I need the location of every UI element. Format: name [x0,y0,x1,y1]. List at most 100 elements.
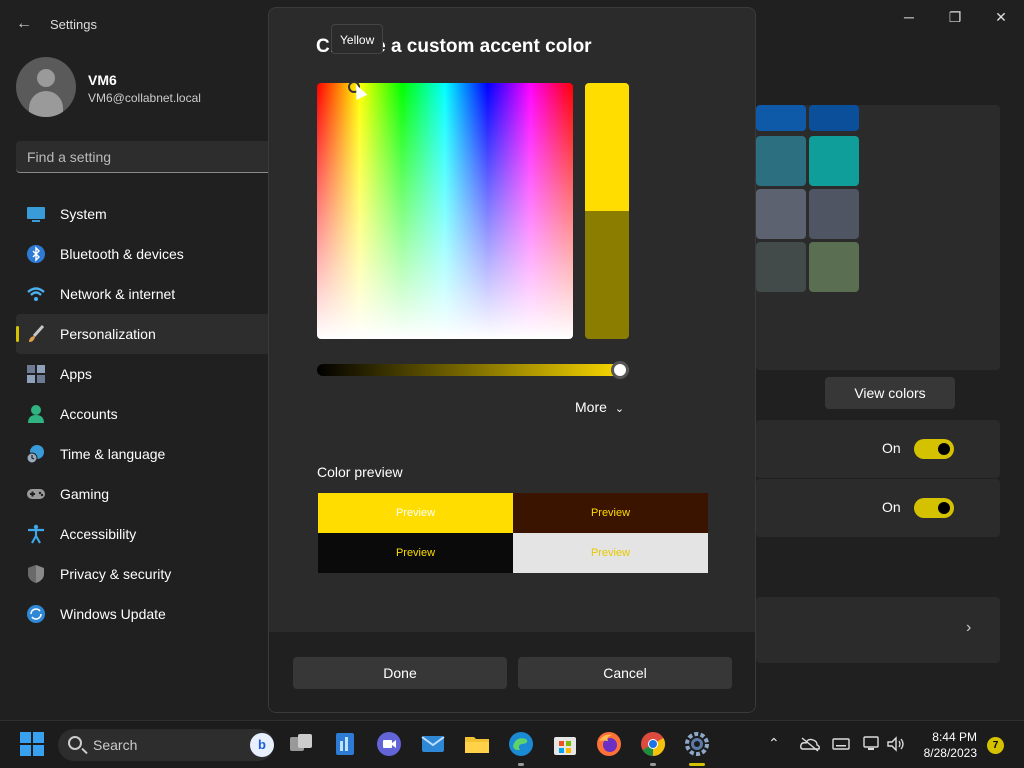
taskbar-search-label: Search [93,737,138,753]
bing-icon[interactable]: b [250,733,274,757]
color-swatch[interactable] [756,189,806,239]
accessibility-icon [26,524,46,544]
toggle-switch[interactable] [914,498,954,518]
onedrive-icon[interactable] [800,736,820,755]
color-name-tooltip: Yellow [331,24,384,54]
color-swatch[interactable] [809,105,859,131]
color-swatch[interactable] [756,242,806,292]
brightness-slider[interactable] [317,364,629,376]
mail-icon[interactable] [420,731,446,757]
minimize-button[interactable]: ─ [886,6,932,28]
back-arrow-icon[interactable]: ← [14,14,34,34]
avatar-head-icon [37,69,55,87]
sidebar-item-label: Personalization [60,326,156,342]
sidebar-item-system[interactable]: System [16,194,276,234]
sidebar-item-label: System [60,206,107,222]
sidebar-item-label: Time & language [60,446,166,462]
file-explorer-icon[interactable] [464,731,490,757]
sidebar-item-personalization[interactable]: Personalization [16,314,276,354]
running-indicator [650,763,656,766]
preview-tile: Preview [318,533,513,573]
maximize-button[interactable]: ❐ [932,6,978,28]
sidebar-item-network[interactable]: Network & internet [16,274,276,314]
toggle-switch[interactable] [914,439,954,459]
shield-icon [26,564,46,584]
bluetooth-icon [26,244,46,264]
more-label: More [575,399,607,415]
preview-tile: Preview [513,533,708,573]
sidebar-item-time-language[interactable]: Time & language [16,434,276,474]
sidebar-item-label: Accounts [60,406,118,422]
sidebar-item-accessibility[interactable]: Accessibility [16,514,276,554]
firefox-icon[interactable] [596,731,622,757]
preview-tile: Preview [318,493,513,533]
chevron-right-icon: › [966,619,972,636]
more-button[interactable]: More ⌄ [575,399,624,415]
avatar[interactable] [16,57,76,117]
taskbar: Search b ⌃ 8:44 PM 8/28/2023 7 [0,720,1024,768]
brightness-slider-thumb[interactable] [611,361,629,379]
task-view-icon[interactable] [288,731,314,757]
taskbar-search[interactable]: Search b [58,729,274,761]
color-swatch[interactable] [809,189,859,239]
chrome-icon[interactable] [640,731,666,757]
sidebar-item-label: Accessibility [60,526,137,542]
sidebar-item-label: Bluetooth & devices [60,246,184,262]
view-colors-button[interactable]: View colors [825,377,955,409]
network-icon[interactable] [862,735,880,756]
sidebar-item-label: Windows Update [60,606,166,622]
cancel-button[interactable]: Cancel [518,657,732,689]
sidebar-item-label: Gaming [60,486,110,502]
color-spectrum[interactable] [317,83,573,339]
teams-meet-icon[interactable] [376,731,402,757]
toggle-state-label: On [882,440,901,456]
app-title: Settings [50,17,97,32]
sidebar-item-accounts[interactable]: Accounts [16,394,276,434]
search-icon [68,736,82,750]
previous-color-swatch [585,211,629,339]
sidebar-item-apps[interactable]: Apps [16,354,276,394]
notification-badge[interactable]: 7 [987,737,1004,754]
settings-gear-icon[interactable] [684,731,710,757]
color-swatch[interactable] [756,105,806,131]
dialog-footer: Done Cancel [269,632,755,712]
widgets-icon[interactable] [332,731,358,757]
accent-color-card [756,105,1000,370]
active-indicator [689,763,705,766]
preview-tile: Preview [513,493,708,533]
custom-accent-color-dialog: Choose a custom accent color Yellow More… [268,7,756,713]
keyboard-layout-icon[interactable] [832,736,850,755]
globe-clock-icon [26,444,46,464]
sidebar-item-bluetooth[interactable]: Bluetooth & devices [16,234,276,274]
gamepad-icon [26,484,46,504]
start-icon[interactable] [19,731,45,757]
color-preview-label: Color preview [317,464,403,480]
sidebar-item-gaming[interactable]: Gaming [16,474,276,514]
chevron-up-icon[interactable]: ⌃ [768,735,780,752]
settings-row[interactable]: › [756,597,1000,663]
clock-date[interactable]: 8/28/2023 [912,746,977,760]
store-icon[interactable] [552,731,578,757]
sidebar-item-label: Privacy & security [60,566,172,582]
chevron-down-icon: ⌄ [614,403,625,415]
clock-time[interactable]: 8:44 PM [922,730,977,744]
sidebar-item-label: Network & internet [60,286,176,302]
user-email: VM6@collabnet.local [88,91,201,105]
color-swatch[interactable] [756,136,806,186]
volume-icon[interactable] [886,735,906,756]
search-input[interactable]: Find a setting [16,141,276,173]
avatar-body-icon [29,91,63,117]
running-indicator [518,763,524,766]
done-button[interactable]: Done [293,657,507,689]
toggle-state-label: On [882,499,901,515]
sidebar-item-privacy[interactable]: Privacy & security [16,554,276,594]
sidebar-item-windows-update[interactable]: Windows Update [16,594,276,634]
update-icon [26,604,46,624]
sidebar-item-label: Apps [60,366,92,382]
close-button[interactable]: ✕ [978,6,1024,28]
toggle-row: On [756,479,1000,537]
new-color-swatch [585,83,629,211]
color-swatch[interactable] [809,242,859,292]
edge-icon[interactable] [508,731,534,757]
color-swatch[interactable] [809,136,859,186]
